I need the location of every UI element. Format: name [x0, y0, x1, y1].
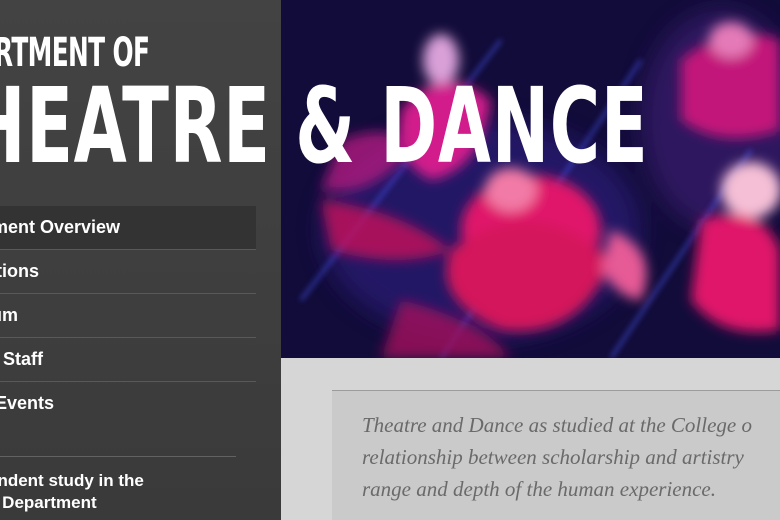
nav-item-curriculum[interactable]: ulum [0, 294, 256, 338]
promo-line: e Department [0, 493, 97, 512]
promo-link[interactable]: endent study in the e Department [0, 470, 268, 514]
nav-item-label: ulum [0, 305, 18, 325]
intro-line: range and depth of the human experience. [362, 477, 716, 501]
nav-item-productions[interactable]: ctions [0, 250, 256, 294]
nav-item-label: & Events [0, 393, 55, 413]
intro-line: relationship between scholarship and art… [362, 445, 744, 469]
nav-item-label: ctions [0, 261, 40, 281]
page-title-line2: HEATRE & DANCE [0, 65, 649, 187]
nav-item-label: tment Overview [0, 217, 121, 237]
intro-quote: Theatre and Dance as studied at the Coll… [332, 391, 780, 505]
promo-line: endent study in the [0, 471, 144, 490]
nav-item-label: y & Staff [0, 349, 44, 369]
nav-item-department-overview[interactable]: tment Overview [0, 206, 256, 250]
main-nav: tment Overview ctions ulum y & Staff & E… [0, 206, 256, 425]
main-content: Theatre and Dance as studied at the Coll… [281, 358, 780, 520]
nav-item-faculty-staff[interactable]: y & Staff [0, 338, 256, 382]
sidebar-divider [0, 456, 236, 457]
intro-line: Theatre and Dance as studied at the Coll… [362, 413, 752, 437]
intro-quote-box: Theatre and Dance as studied at the Coll… [332, 390, 780, 520]
nav-item-news-events[interactable]: & Events [0, 382, 256, 425]
